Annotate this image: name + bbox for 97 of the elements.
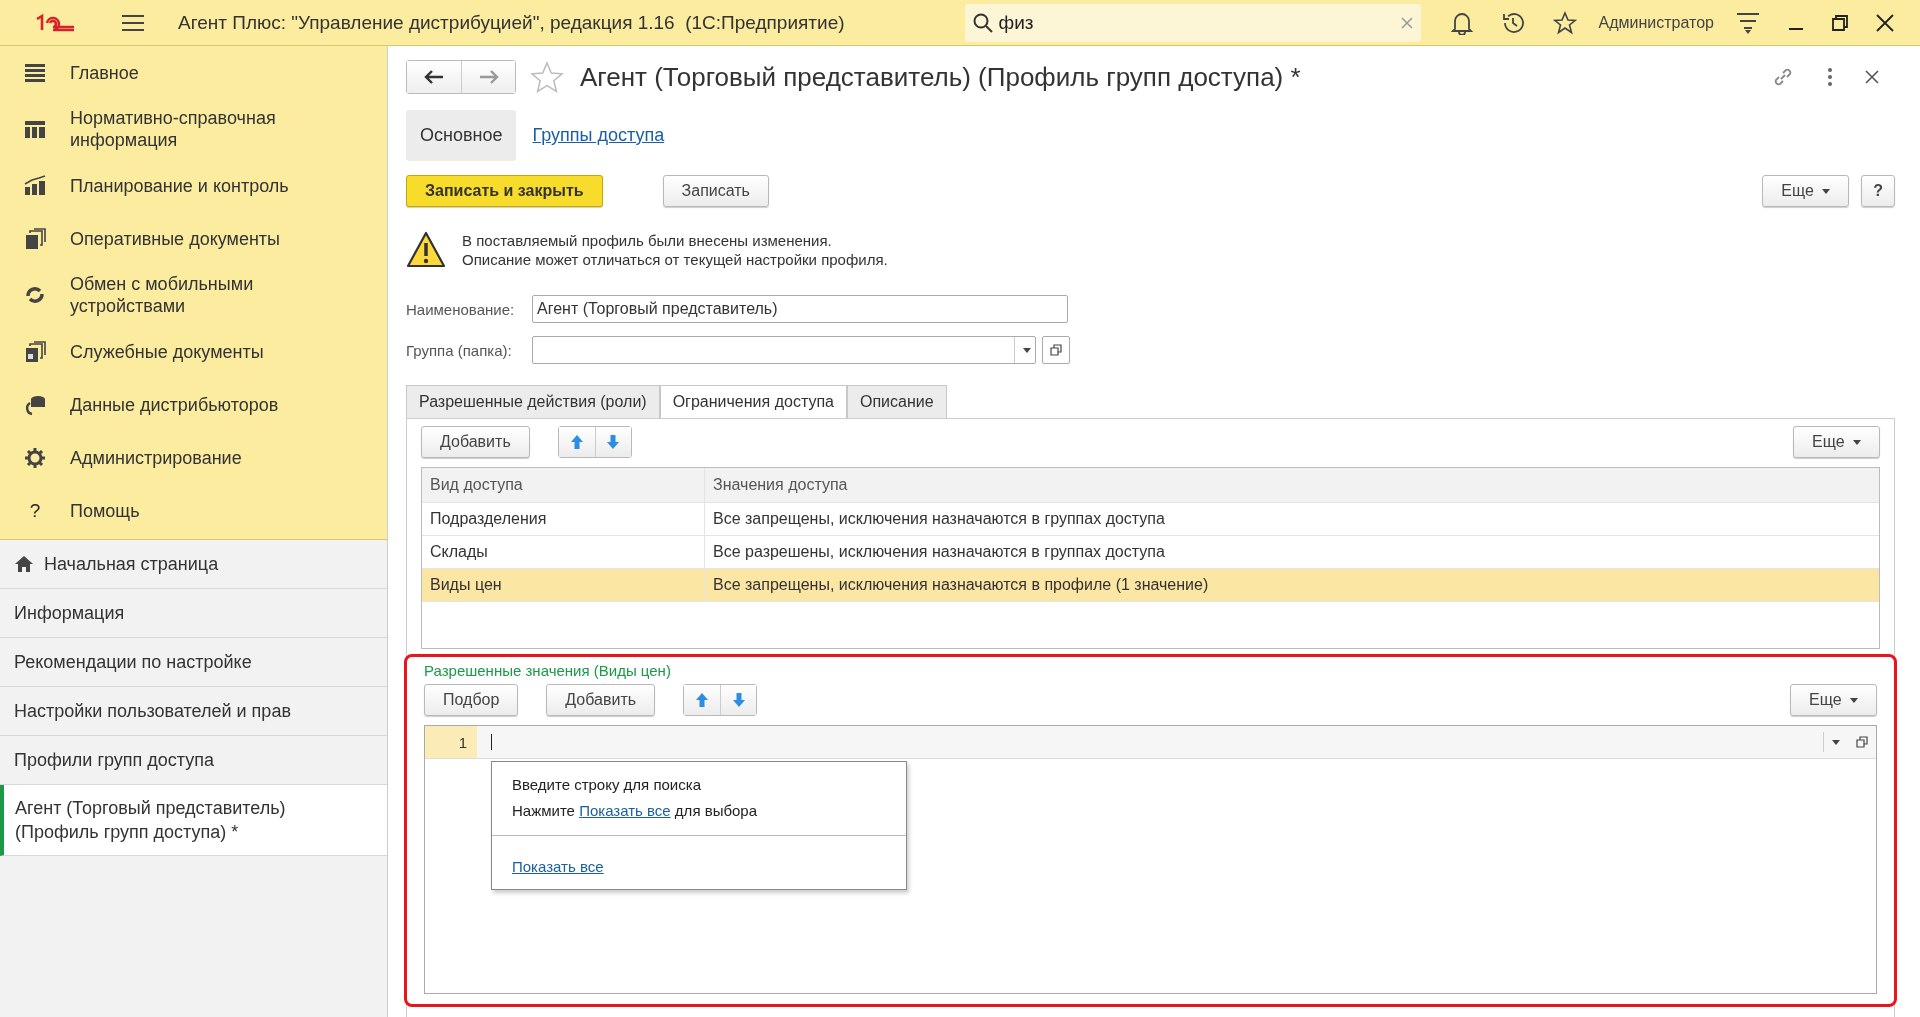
table-cell: Все запрещены, исключения назначаются в профиле (1 значение) bbox=[704, 569, 1879, 601]
history-icon[interactable] bbox=[1500, 10, 1525, 35]
open-page-item[interactable]: Рекомендации по настройке bbox=[0, 638, 387, 687]
field-label: Наименование: bbox=[406, 300, 516, 318]
form-tab[interactable]: Группы доступа bbox=[532, 110, 665, 161]
form-title: Агент (Торговый представитель) (Профиль групп доступа) * bbox=[580, 61, 1302, 93]
section-item[interactable]: Администрирование bbox=[0, 431, 387, 484]
section-item[interactable]: Данные дистрибьюторов bbox=[0, 378, 387, 431]
warning-icon bbox=[406, 231, 446, 269]
user-name[interactable]: Администратор bbox=[1598, 13, 1714, 32]
add-button[interactable]: Добавить bbox=[421, 426, 530, 458]
add-button[interactable]: Добавить bbox=[546, 684, 656, 716]
open-page-item[interactable]: Агент (Торговый представитель) (Профиль групп доступа) * bbox=[0, 785, 387, 856]
arrow-right-icon bbox=[478, 70, 499, 84]
bar-chart-icon bbox=[24, 174, 46, 197]
pick-button[interactable]: Подбор bbox=[424, 684, 519, 716]
open-window-icon bbox=[1050, 344, 1062, 356]
settings-icon bbox=[24, 446, 46, 469]
popup-instruction: Нажмите Показать все для выбора bbox=[512, 802, 759, 819]
section-item[interactable]: Главное bbox=[0, 46, 387, 99]
arrow-left-icon bbox=[424, 70, 444, 84]
show-all-link[interactable]: Показать все bbox=[512, 858, 604, 875]
star-icon[interactable] bbox=[530, 61, 564, 93]
move-up-button[interactable] bbox=[558, 427, 595, 457]
table-cell: Все запрещены, исключения назначаются в группах доступа bbox=[704, 503, 1879, 535]
window-title: Агент Плюс: "Управление дистрибуцией", редакция 1.16 (1С:Предприятие) bbox=[178, 11, 846, 34]
group-select-field[interactable] bbox=[532, 336, 1036, 364]
save-and-close-button[interactable]: Записать и закрыть bbox=[406, 175, 603, 207]
search-value: физ bbox=[998, 11, 1035, 34]
documents-icon bbox=[24, 227, 46, 250]
restore-icon[interactable] bbox=[1832, 14, 1848, 31]
help-icon: ? bbox=[24, 499, 46, 522]
caret-icon bbox=[1822, 189, 1831, 195]
more-vertical-icon[interactable] bbox=[1827, 67, 1833, 87]
caret-icon bbox=[1850, 698, 1858, 704]
documents-icon bbox=[24, 340, 46, 363]
search-icon bbox=[972, 12, 993, 33]
arrow-down-icon bbox=[731, 692, 746, 708]
page-tab[interactable]: Ограничения доступа bbox=[659, 385, 847, 418]
arrow-down-icon bbox=[606, 434, 621, 450]
move-down-button[interactable] bbox=[594, 427, 631, 457]
refresh-icon bbox=[24, 284, 46, 306]
table-cell: Все разрешены, исключения назначаются в группах доступа bbox=[704, 536, 1879, 568]
filter-menu-icon[interactable] bbox=[1736, 11, 1760, 34]
open-page-item[interactable]: Настройки пользователей и прав bbox=[0, 687, 387, 736]
open-window-icon[interactable] bbox=[1856, 736, 1868, 748]
help-button[interactable]: ? bbox=[1861, 175, 1895, 207]
table-cell-text: Склады bbox=[429, 542, 489, 562]
back-button[interactable] bbox=[407, 61, 461, 93]
section-title: Разрешенные значения (Виды цен) bbox=[424, 662, 672, 679]
arrow-up-icon bbox=[569, 434, 584, 450]
close-icon[interactable] bbox=[1876, 13, 1894, 32]
section-item[interactable]: Планирование и контроль bbox=[0, 159, 387, 212]
form-tab[interactable]: Основное bbox=[406, 110, 517, 161]
bell-icon[interactable] bbox=[1450, 10, 1473, 35]
section-item[interactable]: ? Помощь bbox=[0, 484, 387, 537]
open-button[interactable] bbox=[1042, 336, 1070, 364]
table-icon bbox=[24, 118, 46, 140]
save-button[interactable]: Записать bbox=[662, 175, 769, 207]
table-cell-text: Виды цен bbox=[429, 575, 503, 595]
dropdown-icon[interactable] bbox=[1832, 739, 1840, 745]
column-header: Значения доступа bbox=[704, 468, 1879, 502]
star-icon[interactable] bbox=[1552, 10, 1577, 35]
move-up-button[interactable] bbox=[684, 685, 721, 715]
move-down-button[interactable] bbox=[720, 685, 757, 715]
more-button[interactable]: Еще bbox=[1762, 175, 1850, 207]
arrow-up-icon bbox=[695, 692, 710, 708]
page-tab[interactable]: Разрешенные действия (роли) bbox=[406, 385, 660, 418]
name-field[interactable]: Агент (Торговый представитель) bbox=[532, 295, 1068, 323]
table-cell-text: Подразделения bbox=[429, 509, 548, 529]
menu-icon[interactable] bbox=[122, 13, 144, 32]
close-icon[interactable] bbox=[1865, 70, 1879, 84]
field-label: Группа (папка): bbox=[406, 341, 513, 359]
search-field[interactable]: физ bbox=[964, 3, 1421, 42]
home-icon bbox=[14, 555, 34, 573]
more-button[interactable]: Еще bbox=[1790, 684, 1877, 716]
table-row[interactable]: Подразделения Все запрещены, исключения назначаются в группах доступа bbox=[422, 503, 1879, 536]
page-tab[interactable]: Описание bbox=[846, 385, 947, 418]
caret-icon bbox=[1853, 440, 1861, 446]
section-item[interactable]: Оперативные документы bbox=[0, 212, 387, 265]
section-item[interactable]: Обмен с мобильными устройствами bbox=[0, 265, 387, 325]
open-page-item[interactable]: Начальная страница bbox=[0, 540, 387, 589]
warning-text: В поставляемый профиль были внесены изменения. bbox=[462, 231, 833, 250]
clear-icon[interactable] bbox=[1400, 16, 1413, 29]
warning-text: Описание может отличаться от текущей настройки профиля. bbox=[462, 250, 888, 269]
column-header: Вид доступа bbox=[429, 475, 524, 495]
section-item[interactable]: Служебные документы bbox=[0, 325, 387, 378]
show-all-link[interactable]: Показать все bbox=[579, 802, 671, 819]
popup-hint: Введите строку для поиска bbox=[512, 776, 702, 793]
section-item[interactable]: Нормативно-справочная информация bbox=[0, 99, 387, 159]
table-row[interactable]: Виды цен Все запрещены, исключения назначаются в профиле (1 значение) bbox=[422, 569, 1879, 602]
more-button[interactable]: Еще bbox=[1793, 426, 1880, 458]
dropdown-icon[interactable] bbox=[1023, 347, 1031, 353]
open-page-item[interactable]: Информация bbox=[0, 589, 387, 638]
database-icon bbox=[24, 393, 46, 416]
list-icon bbox=[24, 61, 46, 84]
row-number: 1 bbox=[425, 726, 477, 758]
